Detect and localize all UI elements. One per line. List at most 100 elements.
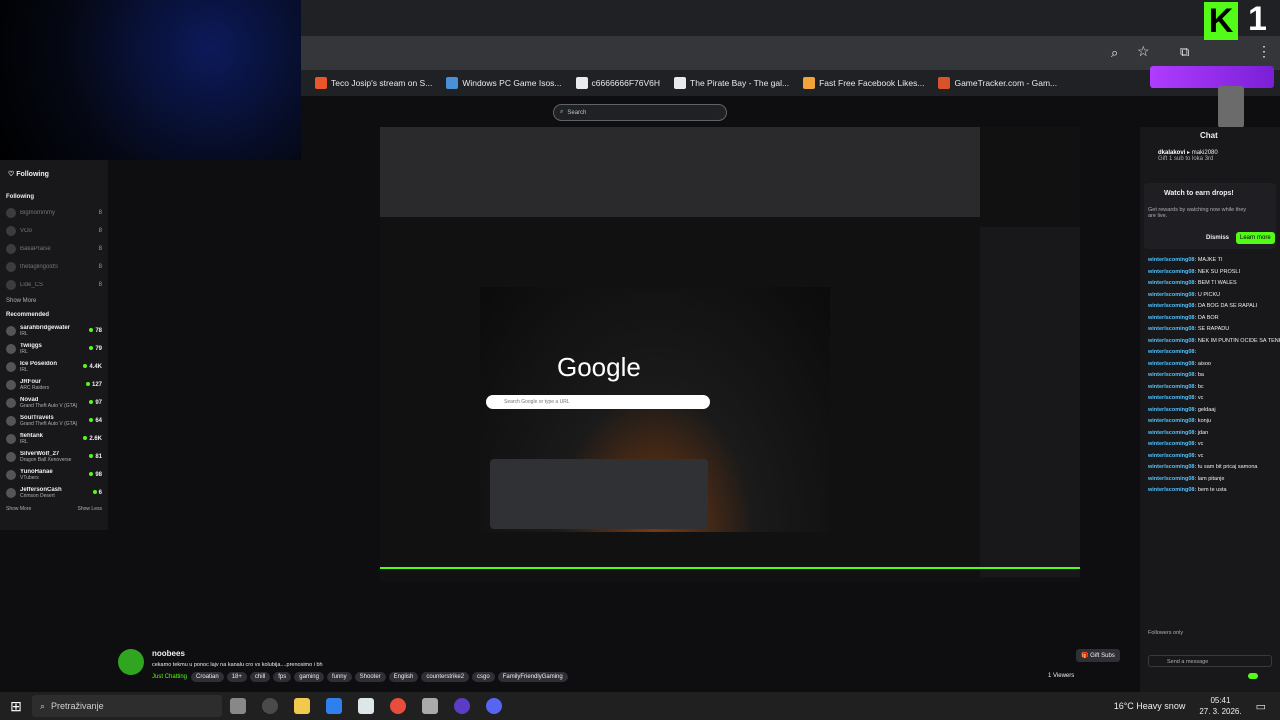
- weather-widget[interactable]: 16°C Heavy snow: [1114, 701, 1186, 711]
- app-icon-2[interactable]: [422, 698, 438, 714]
- bookmark-icon: [575, 77, 588, 89]
- recommended-item[interactable]: Ice Poseidon IRL 4.4K: [0, 358, 108, 376]
- following-item[interactable]: BakaPraise 8: [0, 240, 108, 258]
- chat-username[interactable]: winterlscoming08:: [1148, 257, 1196, 263]
- chat-input[interactable]: Send a message: [1148, 655, 1272, 667]
- chat-username[interactable]: winterlscoming08:: [1148, 269, 1196, 275]
- chat-username[interactable]: winterlscoming08:: [1148, 361, 1196, 367]
- chat-username[interactable]: winterlscoming08:: [1148, 418, 1196, 424]
- bookmark-item[interactable]: c6666666F76V6H: [575, 77, 660, 89]
- menu-icon[interactable]: ⋮: [1257, 43, 1271, 60]
- stream-tag[interactable]: gaming: [294, 672, 324, 682]
- channel-avatar[interactable]: [118, 649, 144, 675]
- search-input[interactable]: ⌕ Search: [553, 104, 727, 121]
- gift-subs-button[interactable]: 🎁 Gift Subs: [1076, 649, 1120, 662]
- stream-tags: Just Chatting Croatian 18+ chill fps gaming fu…: [152, 672, 571, 682]
- chat-text: bc: [1197, 383, 1204, 390]
- sidebar-header[interactable]: ♡ Following: [0, 160, 108, 190]
- chat-username[interactable]: winterlscoming08:: [1148, 395, 1196, 401]
- chat-text: konju: [1197, 418, 1211, 424]
- chat-username[interactable]: winterlscoming08:: [1148, 476, 1196, 482]
- chat-username[interactable]: winterlscoming08:: [1148, 441, 1196, 447]
- stream-tag[interactable]: counterstrike2: [421, 672, 470, 682]
- notification-icon[interactable]: ▭: [1256, 700, 1266, 713]
- channel-name[interactable]: noobees: [152, 649, 185, 658]
- zoom-icon[interactable]: ⌕: [1111, 45, 1118, 61]
- recommended-item[interactable]: sarahbridgewater IRL 78: [0, 322, 108, 340]
- recommended-list: sarahbridgewater IRL 78 Twiiggs IRL 79 Ice Pos…: [0, 322, 108, 502]
- category-link[interactable]: Just Chatting: [152, 674, 187, 680]
- dismiss-button[interactable]: Dismiss: [1206, 235, 1229, 241]
- app-icon[interactable]: [262, 698, 278, 714]
- discord-icon[interactable]: [486, 698, 502, 714]
- chat-username[interactable]: winterlscoming08:: [1148, 372, 1196, 378]
- chat-username[interactable]: winterlscoming08:: [1148, 280, 1196, 286]
- following-item[interactable]: Lide_CS 8: [0, 276, 108, 294]
- chat-username[interactable]: winterlscoming08:: [1148, 430, 1196, 436]
- chat-username[interactable]: winterlscoming08:: [1148, 292, 1196, 298]
- following-item[interactable]: VOo 8: [0, 222, 108, 240]
- stream-tag[interactable]: Shooter: [354, 672, 386, 682]
- chat-username[interactable]: winterlscoming08:: [1148, 303, 1196, 309]
- recommended-item[interactable]: SoulTravels Grand Theft Auto V (GTA) 64: [0, 412, 108, 430]
- chat-username[interactable]: winterlscoming08:: [1148, 407, 1196, 413]
- channel-category: IRL: [20, 349, 28, 355]
- stream-tag[interactable]: English: [388, 672, 419, 682]
- chat-username[interactable]: winterlscoming08:: [1148, 464, 1196, 470]
- following-label: Following: [6, 194, 34, 200]
- chat-send-button[interactable]: [1248, 673, 1258, 679]
- recommended-item[interactable]: YunoHanae VTubers 98: [0, 466, 108, 484]
- chat-message: winterlscoming08: NEK SU PROSLI: [1140, 267, 1280, 279]
- chat-text: vc: [1197, 395, 1204, 401]
- stream-tag[interactable]: funny: [326, 672, 352, 682]
- page-strip: [301, 96, 1280, 127]
- stream-tag[interactable]: csgo: [472, 672, 495, 682]
- learn-more-button[interactable]: Learn more: [1236, 232, 1275, 244]
- stream-tag[interactable]: fps: [273, 672, 292, 682]
- chat-username[interactable]: winterlscoming08:: [1148, 338, 1196, 344]
- bookmark-item[interactable]: Teco Josip's stream on S...: [315, 77, 432, 89]
- recommended-item[interactable]: Novad Grand Theft Auto V (GTA) 97: [0, 394, 108, 412]
- taskbar-search[interactable]: ⌕ Pretraživanje: [32, 695, 222, 717]
- stream-tag[interactable]: chill: [249, 672, 271, 682]
- stream-tag[interactable]: Croatian: [191, 672, 224, 682]
- recommended-item[interactable]: flehtank IRL 2.6K: [0, 430, 108, 448]
- stream-tag[interactable]: FamilyFriendlyGaming: [497, 672, 568, 682]
- chat-username[interactable]: winterlscoming08:: [1148, 326, 1196, 332]
- windows-start-icon[interactable]: ⊞: [8, 698, 24, 714]
- recommended-item[interactable]: JeffersonCash Crimson Desert 6: [0, 484, 108, 502]
- recommended-item[interactable]: JRFour ARC Raiders 127: [0, 376, 108, 394]
- following-item[interactable]: thetaglingoldS 8: [0, 258, 108, 276]
- chat-username[interactable]: winterlscoming08:: [1148, 453, 1196, 459]
- bookmark-item[interactable]: GameTracker.com - Gam...: [938, 77, 1057, 89]
- bookmark-item[interactable]: Fast Free Facebook Likes...: [803, 77, 924, 89]
- star-icon[interactable]: ☆: [1137, 43, 1150, 60]
- stream-tag[interactable]: 18+: [226, 672, 247, 682]
- task-view-icon[interactable]: [230, 698, 246, 714]
- chat-username[interactable]: winterlscoming08:: [1148, 384, 1196, 390]
- chat-username[interactable]: winterlscoming08:: [1148, 315, 1196, 321]
- following-item[interactable]: Bigmommmy 8: [0, 204, 108, 222]
- channel-category: Grand Theft Auto V (GTA): [20, 421, 78, 427]
- chrome-icon[interactable]: [390, 698, 406, 714]
- clock[interactable]: 05:41 27. 3. 2026.: [1199, 695, 1241, 717]
- recommended-item[interactable]: SilverWolf_27 Dragon Ball Xenoverse 81: [0, 448, 108, 466]
- chat-text: ba: [1197, 372, 1204, 378]
- recommended-item[interactable]: Twiiggs IRL 79: [0, 340, 108, 358]
- bookmark-item[interactable]: Windows PC Game Isos...: [446, 77, 562, 89]
- stream-video[interactable]: Google Search Google or type a URL: [380, 127, 1080, 582]
- mail-icon[interactable]: [326, 698, 342, 714]
- show-more-button[interactable]: Show More: [0, 294, 108, 308]
- chat-username[interactable]: winterlscoming08:: [1148, 487, 1196, 493]
- show-less-button[interactable]: Show Less: [78, 506, 102, 512]
- extensions-icon[interactable]: ⧉: [1180, 44, 1189, 60]
- file-explorer-icon[interactable]: [294, 698, 310, 714]
- store-icon[interactable]: [358, 698, 374, 714]
- google-search-bar[interactable]: Search Google or type a URL: [486, 395, 710, 409]
- chat-username[interactable]: winterlscoming08:: [1148, 349, 1196, 355]
- bookmark-item[interactable]: The Pirate Bay - The gal...: [674, 77, 789, 89]
- show-more-recommended[interactable]: Show More: [6, 506, 31, 512]
- chat-text: DA BOR: [1197, 314, 1219, 321]
- app-icon-3[interactable]: [454, 698, 470, 714]
- chat-message: winterlscoming08: vc: [1140, 451, 1280, 463]
